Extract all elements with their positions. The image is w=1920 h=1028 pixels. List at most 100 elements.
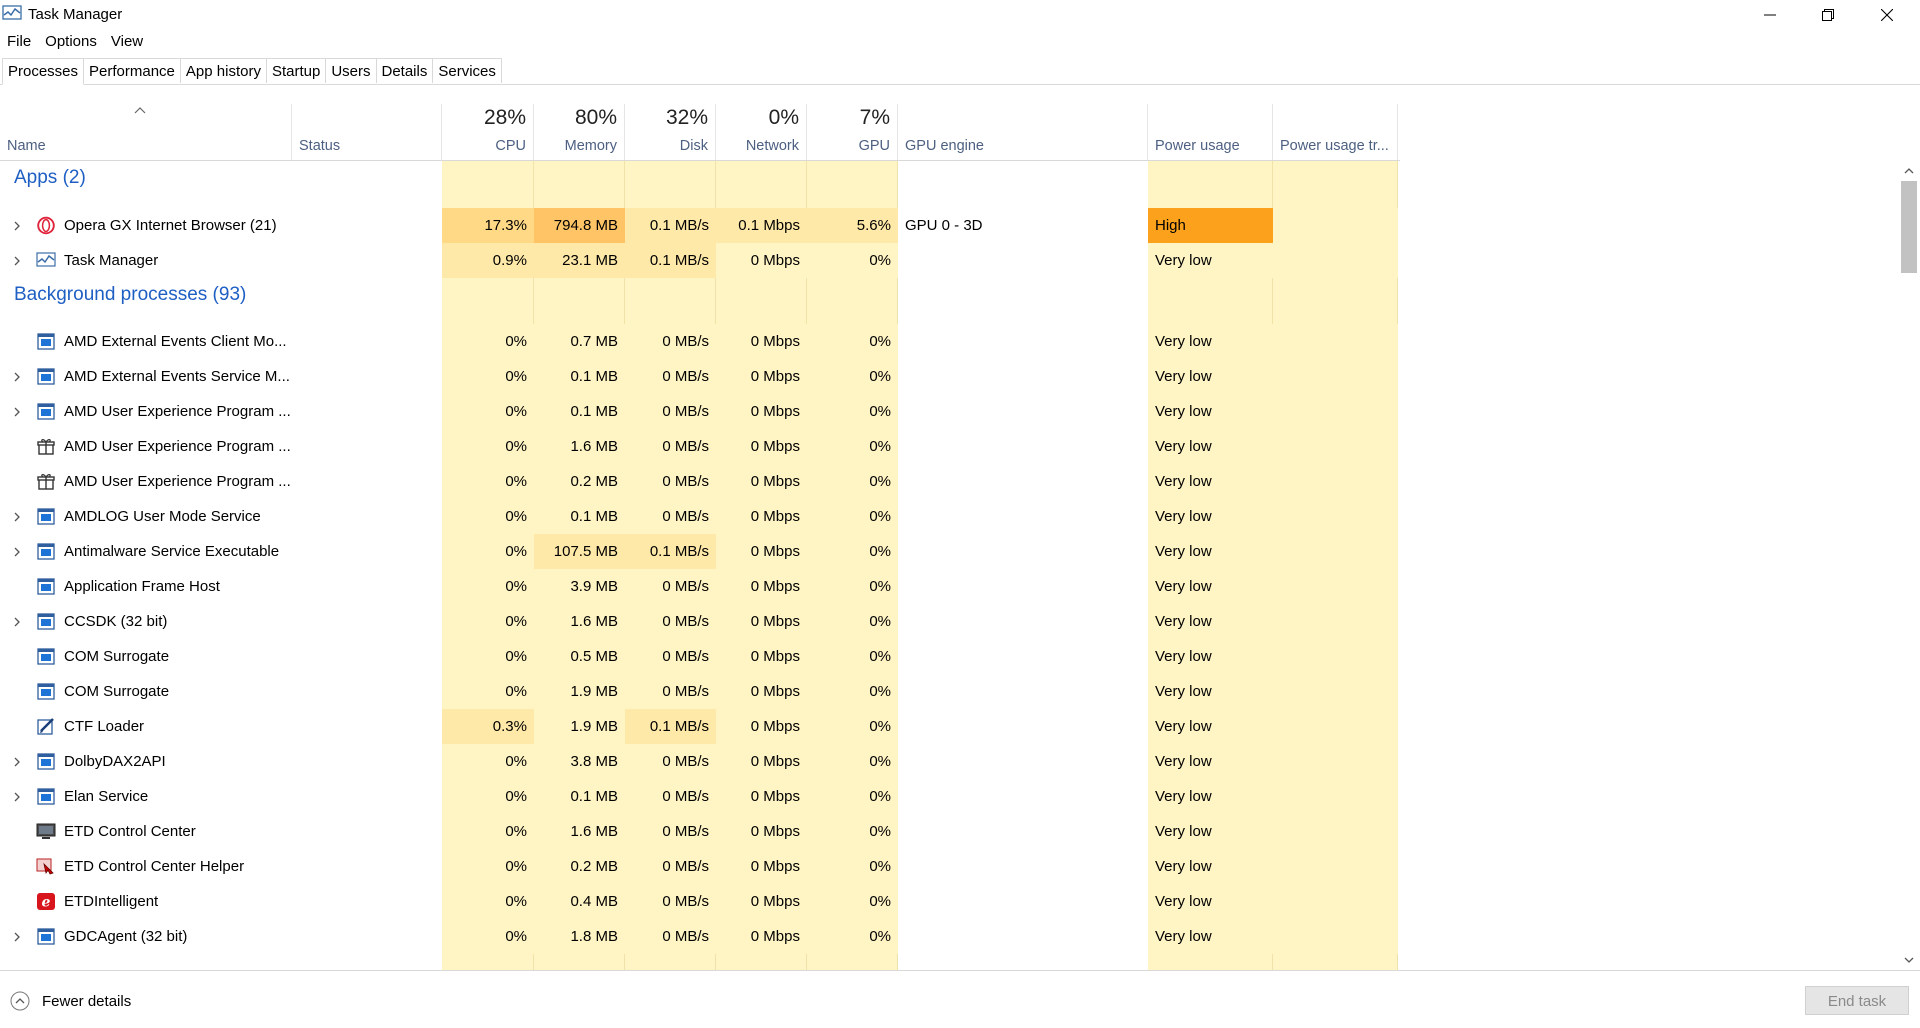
table-row[interactable]: ETD Control Center Helper 0% 0.2 MB 0 MB/s 0… xyxy=(0,849,1400,884)
table-row[interactable]: AMD User Experience Program ... 0% 0.2 MB 0… xyxy=(0,464,1400,499)
cell-memory: 0.2 MB xyxy=(534,464,625,499)
table-row[interactable]: CTF Loader 0.3% 1.9 MB 0.1 MB/s 0 Mbps 0% Very… xyxy=(0,709,1400,744)
group-header: Background processes (93) xyxy=(0,278,1400,319)
table-row[interactable]: Opera GX Internet Browser (21) 17.3% 794.8… xyxy=(0,208,1400,243)
cell-memory: 0.1 MB xyxy=(534,499,625,534)
table-row[interactable]: AMD User Experience Program ... 0% 1.6 MB 0… xyxy=(0,429,1400,464)
cell-power-usage: Very low xyxy=(1148,814,1273,849)
table-row[interactable]: AMD User Experience Program ... 0% 0.1 MB 0… xyxy=(0,394,1400,429)
service-window-icon xyxy=(36,682,56,701)
menu-view[interactable]: View xyxy=(104,31,150,53)
table-row[interactable]: DolbyDAX2API 0% 3.8 MB 0 MB/s 0 Mbps 0% Very l… xyxy=(0,744,1400,779)
cell-disk: 0 MB/s xyxy=(625,814,716,849)
table-row[interactable]: COM Surrogate 0% 0.5 MB 0 MB/s 0 Mbps 0% Very … xyxy=(0,639,1400,674)
cell-gpu: 0% xyxy=(807,919,898,954)
column-header-network[interactable]: 0% Network xyxy=(716,104,807,160)
scroll-up-arrow-icon[interactable] xyxy=(1903,165,1915,177)
service-window-icon xyxy=(36,647,56,666)
scroll-down-arrow-icon[interactable] xyxy=(1903,954,1915,966)
column-header-memory[interactable]: 80% Memory xyxy=(534,104,625,160)
cell-cpu: 0% xyxy=(442,429,534,464)
cell-disk: 0 MB/s xyxy=(625,464,716,499)
column-header: Name Status 28% CPU 80% Memory 32% Disk … xyxy=(0,104,1400,161)
column-header-gpu[interactable]: 7% GPU xyxy=(807,104,898,160)
cell-gpu: 0% xyxy=(807,709,898,744)
minimize-button[interactable] xyxy=(1741,0,1799,30)
chevron-right-icon[interactable] xyxy=(11,370,23,382)
end-task-button[interactable]: End task xyxy=(1805,986,1909,1015)
chevron-right-icon[interactable] xyxy=(11,510,23,522)
cell-power-usage: Very low xyxy=(1148,604,1273,639)
cell-gpu-engine xyxy=(898,534,1148,569)
process-name: Antimalware Service Executable xyxy=(64,543,280,560)
column-header-name[interactable]: Name xyxy=(0,104,292,160)
table-row[interactable]: Application Frame Host 0% 3.9 MB 0 MB/s 0 Mb… xyxy=(0,569,1400,604)
scroll-thumb[interactable] xyxy=(1901,181,1917,273)
cell-power-usage: Very low xyxy=(1148,499,1273,534)
chevron-right-icon[interactable] xyxy=(11,930,23,942)
chevron-up-circle-icon xyxy=(10,991,30,1011)
cell-disk: 0 MB/s xyxy=(625,604,716,639)
table-row[interactable]: e ETDIntelligent 0% 0.4 MB 0 MB/s 0 Mbps 0% Ver… xyxy=(0,884,1400,919)
cell-power-usage-trend xyxy=(1273,674,1398,709)
table-row[interactable]: GDCAgent (32 bit) 0% 1.8 MB 0 MB/s 0 Mbps 0% V… xyxy=(0,919,1400,954)
cell-network: 0 Mbps xyxy=(716,604,807,639)
chevron-right-icon[interactable] xyxy=(11,254,23,266)
column-header-power-usage-trend[interactable]: Power usage tr... xyxy=(1273,104,1398,160)
cell-network: 0 Mbps xyxy=(716,674,807,709)
column-header-gpu-engine[interactable]: GPU engine xyxy=(898,104,1148,160)
cell-network: 0 Mbps xyxy=(716,324,807,359)
table-row[interactable]: Antimalware Service Executable 0% 107.5 MB… xyxy=(0,534,1400,569)
vertical-scrollbar[interactable] xyxy=(1898,161,1920,970)
chevron-right-icon[interactable] xyxy=(11,755,23,767)
tab-app-history[interactable]: App history xyxy=(180,58,267,83)
menu-file[interactable]: File xyxy=(0,31,38,53)
fewer-details-button[interactable]: Fewer details xyxy=(10,991,131,1011)
close-button[interactable] xyxy=(1858,0,1916,30)
table-row[interactable]: CCSDK (32 bit) 0% 1.6 MB 0 MB/s 0 Mbps 0% Very… xyxy=(0,604,1400,639)
column-label-memory: Memory xyxy=(564,138,617,154)
cell-power-usage-trend xyxy=(1273,849,1398,884)
restore-button[interactable] xyxy=(1799,0,1857,30)
tab-details[interactable]: Details xyxy=(376,58,434,83)
tab-performance[interactable]: Performance xyxy=(84,58,181,83)
column-label-name: Name xyxy=(7,138,46,154)
chevron-right-icon[interactable] xyxy=(11,615,23,627)
service-window-icon xyxy=(36,542,56,561)
process-list[interactable]: Apps (2) Opera GX Internet Browser (21) 17… xyxy=(0,161,1898,970)
column-header-status[interactable]: Status xyxy=(292,104,442,160)
process-name: DolbyDAX2API xyxy=(64,753,166,770)
tab-services[interactable]: Services xyxy=(433,58,502,83)
menu-options[interactable]: Options xyxy=(38,31,104,53)
column-header-disk[interactable]: 32% Disk xyxy=(625,104,716,160)
table-row[interactable]: Elan Service 0% 0.1 MB 0 MB/s 0 Mbps 0% Very l… xyxy=(0,779,1400,814)
chevron-right-icon[interactable] xyxy=(11,790,23,802)
tab-users[interactable]: Users xyxy=(326,58,377,83)
group-header: Apps (2) xyxy=(0,161,1400,202)
column-header-cpu[interactable]: 28% CPU xyxy=(442,104,534,160)
chevron-right-icon[interactable] xyxy=(11,219,23,231)
cell-power-usage-trend xyxy=(1273,779,1398,814)
service-window-icon xyxy=(36,367,56,386)
chevron-right-icon[interactable] xyxy=(11,405,23,417)
table-row[interactable]: COM Surrogate 0% 1.9 MB 0 MB/s 0 Mbps 0% Very … xyxy=(0,674,1400,709)
cell-gpu: 0% xyxy=(807,243,898,278)
column-header-power-usage[interactable]: Power usage xyxy=(1148,104,1273,160)
table-row[interactable]: AMD External Events Client Mo... 0% 0.7 MB… xyxy=(0,324,1400,359)
cell-network: 0 Mbps xyxy=(716,814,807,849)
cell-power-usage-trend xyxy=(1273,604,1398,639)
table-row[interactable]: AMD External Events Service M... 0% 0.1 MB… xyxy=(0,359,1400,394)
cell-power-usage: Very low xyxy=(1148,243,1273,278)
cell-disk: 0 MB/s xyxy=(625,499,716,534)
cell-cpu: 0.3% xyxy=(442,709,534,744)
cell-network: 0 Mbps xyxy=(716,429,807,464)
cell-network: 0 Mbps xyxy=(716,569,807,604)
cell-power-usage-trend xyxy=(1273,709,1398,744)
table-row[interactable]: AMDLOG User Mode Service 0% 0.1 MB 0 MB/s 0 … xyxy=(0,499,1400,534)
tab-processes[interactable]: Processes xyxy=(2,58,85,85)
chevron-right-icon[interactable] xyxy=(11,545,23,557)
table-row[interactable]: Task Manager 0.9% 23.1 MB 0.1 MB/s 0 Mbps 0% V… xyxy=(0,243,1400,278)
table-row[interactable]: ETD Control Center 0% 1.6 MB 0 MB/s 0 Mbps 0%… xyxy=(0,814,1400,849)
cell-gpu-engine xyxy=(898,324,1148,359)
tab-startup[interactable]: Startup xyxy=(266,58,327,83)
